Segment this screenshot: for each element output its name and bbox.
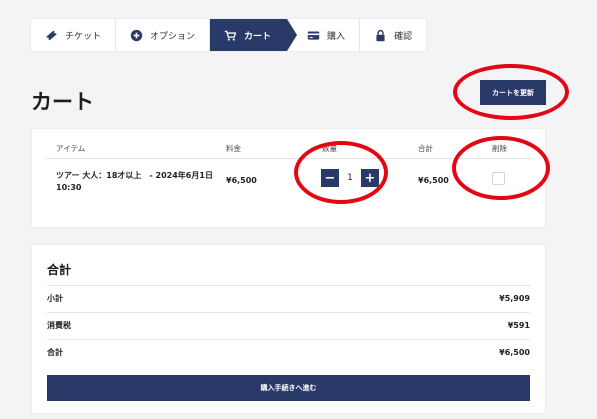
- summary-label: 消費税: [47, 321, 71, 330]
- proceed-checkout-button[interactable]: 購入手続きへ進む: [47, 375, 530, 401]
- quantity-value[interactable]: 1: [339, 173, 361, 183]
- step-label: オプション: [150, 31, 196, 42]
- item-name: ツアー 大人：18才以上 - 2024年6月1日 10:30: [56, 171, 213, 192]
- summary-value: ¥6,500: [499, 348, 530, 357]
- step-label: カート: [244, 31, 272, 42]
- item-total: ¥6,500: [418, 176, 449, 185]
- lock-icon: [376, 29, 385, 41]
- summary-row-total: 合計 ¥6,500: [47, 339, 530, 365]
- cart-table-header: アイテム 料金 数量 合計 削除: [46, 141, 531, 159]
- summary-value: ¥591: [507, 321, 530, 330]
- table-row: ツアー 大人：18才以上 - 2024年6月1日 10:30 ¥6,500 − …: [46, 165, 531, 201]
- step-label: チケット: [65, 31, 102, 42]
- summary-row-tax: 消費税 ¥591: [47, 312, 530, 338]
- header-price: 料金: [226, 144, 241, 153]
- step-label: 確認: [394, 31, 413, 42]
- ticket-icon: [46, 30, 57, 40]
- summary-value: ¥5,909: [499, 294, 530, 303]
- decrease-quantity-button[interactable]: −: [321, 169, 339, 187]
- summary-label: 小計: [47, 294, 63, 303]
- credit-card-icon: [307, 30, 320, 40]
- summary-row-subtotal: 小計 ¥5,909: [47, 285, 530, 311]
- checkout-stepper: チケット オプション カート 購入 確認: [30, 18, 428, 52]
- increase-quantity-button[interactable]: +: [361, 169, 379, 187]
- cart-icon: [224, 30, 237, 41]
- quantity-stepper: − 1 +: [321, 169, 379, 187]
- header-item: アイテム: [56, 144, 86, 153]
- update-cart-button[interactable]: カートを更新: [480, 80, 546, 105]
- header-quantity: 数量: [322, 144, 337, 153]
- remove-checkbox[interactable]: [492, 172, 505, 185]
- header-total: 合計: [418, 144, 433, 153]
- summary-title: 合計: [47, 263, 72, 277]
- step-purchase[interactable]: 購入: [287, 19, 361, 51]
- page-title: カート: [31, 90, 94, 114]
- step-ticket[interactable]: チケット: [31, 19, 117, 51]
- order-summary: 合計 小計 ¥5,909 消費税 ¥591 合計 ¥6,500 購入手続きへ進む: [31, 244, 546, 414]
- step-label: 購入: [327, 31, 346, 42]
- cart-table: アイテム 料金 数量 合計 削除 ツアー 大人：18才以上 - 2024年6月1…: [31, 128, 546, 228]
- summary-label: 合計: [47, 348, 63, 357]
- item-price: ¥6,500: [226, 176, 257, 185]
- step-cart[interactable]: カート: [210, 19, 298, 51]
- plus-circle-icon: [130, 29, 143, 41]
- step-confirm[interactable]: 確認: [360, 19, 426, 51]
- header-remove: 削除: [492, 144, 507, 153]
- step-option[interactable]: オプション: [116, 19, 211, 51]
